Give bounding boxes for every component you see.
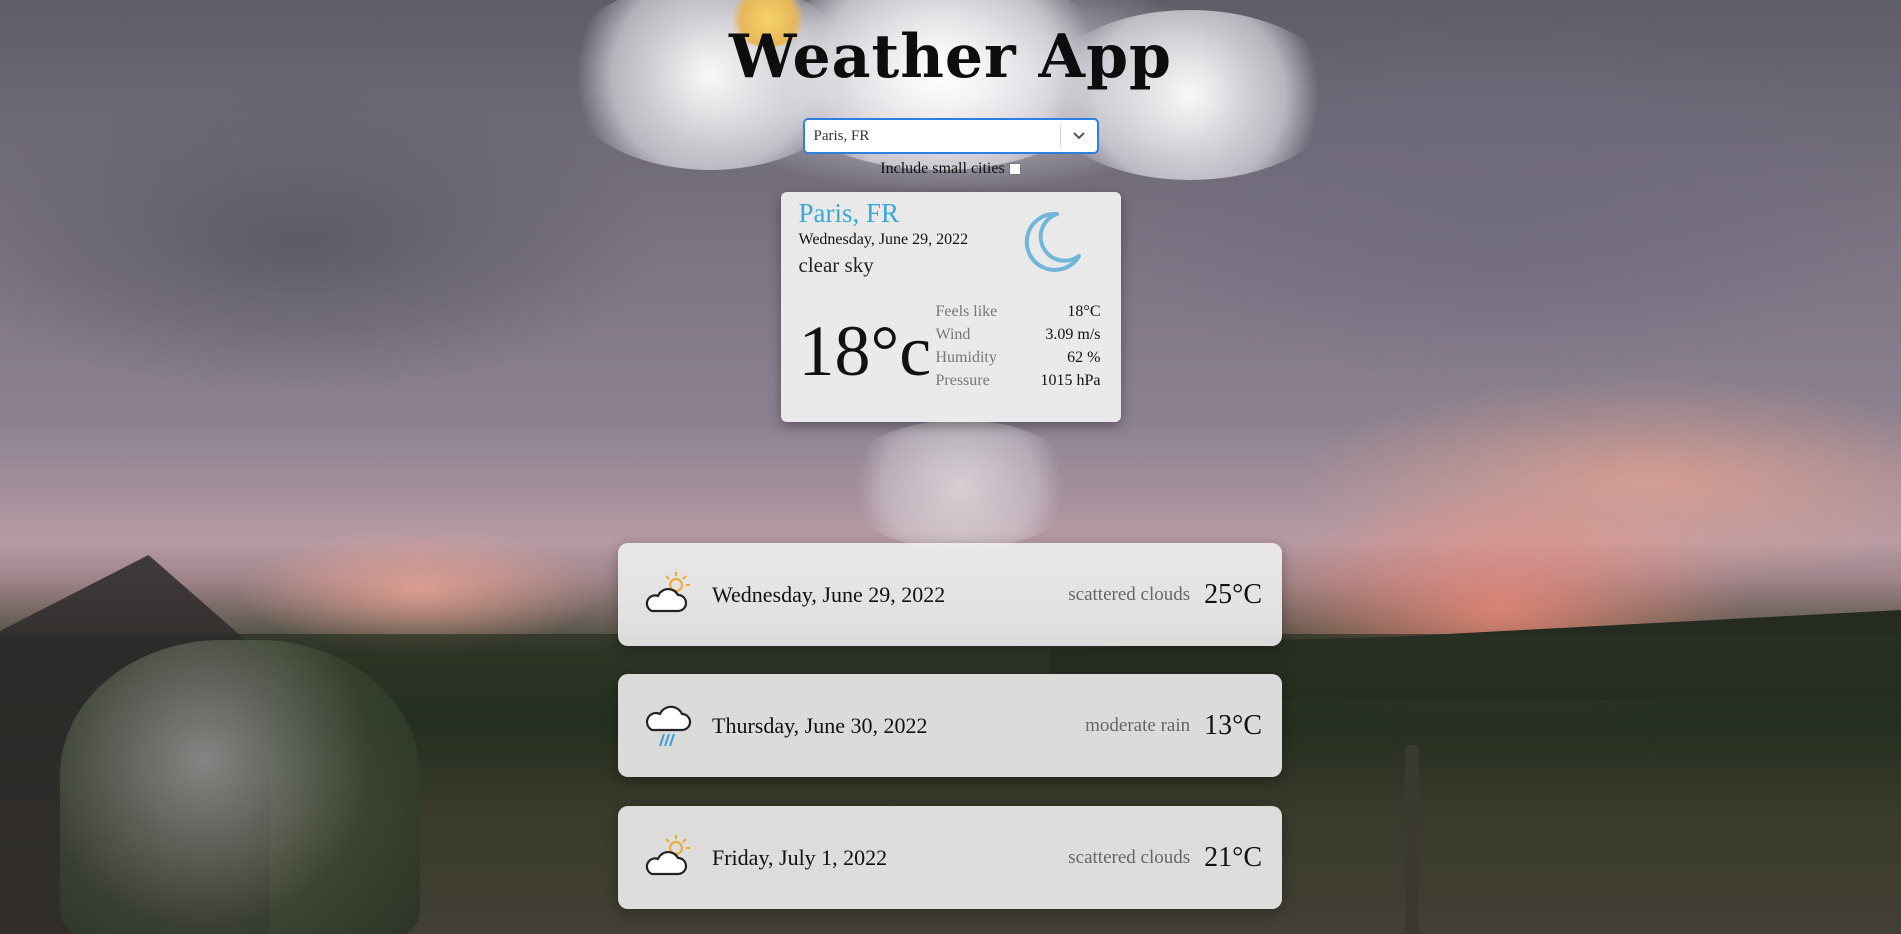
forecast-date: Wednesday, June 29, 2022 [712, 581, 946, 607]
rain-cloud-icon [642, 700, 694, 752]
page-title: Weather App [728, 22, 1172, 92]
forecast-temperature: 21°C [1204, 841, 1262, 873]
forecast-date: Friday, July 1, 2022 [712, 844, 888, 870]
detail-label: Pressure [935, 372, 990, 389]
forecast-item[interactable]: Thursday, June 30, 2022 moderate rain 13… [618, 674, 1282, 777]
forecast-item[interactable]: Friday, July 1, 2022 scattered clouds 21… [618, 806, 1282, 909]
sun-cloud-icon [642, 569, 694, 621]
chevron-down-icon[interactable] [1061, 131, 1097, 141]
current-temperature: 18°c [798, 311, 932, 391]
small-cities-checkbox[interactable] [1008, 163, 1021, 175]
detail-row-wind: Wind 3.09 m/s [936, 326, 1101, 349]
forecast-description: scattered clouds [1068, 583, 1191, 605]
detail-value: 18°C [1067, 303, 1101, 320]
sun-cloud-icon [642, 832, 694, 884]
detail-label: Feels like [935, 303, 998, 320]
forecast-description: scattered clouds [1068, 846, 1191, 868]
detail-row-humidity: Humidity 62 % [936, 349, 1101, 372]
current-details: Feels like 18°C Wind 3.09 m/s Humidity 6… [936, 303, 1101, 395]
current-weather-card: Paris, FR Wednesday, June 29, 2022 clear… [780, 192, 1121, 422]
city-select[interactable]: Paris, FR [802, 118, 1099, 154]
detail-row-pressure: Pressure 1015 hPa [936, 372, 1101, 395]
weather-app: Weather App Paris, FR Include small citi… [0, 0, 1901, 934]
city-select-value[interactable]: Paris, FR [805, 128, 1060, 145]
small-cities-label: Include small cities [880, 160, 1005, 177]
detail-label: Humidity [935, 349, 997, 366]
detail-value: 3.09 m/s [1045, 326, 1101, 343]
moon-icon [1017, 208, 1085, 280]
detail-row-feels-like: Feels like 18°C [936, 303, 1101, 326]
detail-label: Wind [935, 326, 971, 343]
forecast-date: Thursday, June 30, 2022 [712, 712, 928, 738]
forecast-item[interactable]: Wednesday, June 29, 2022 scattered cloud… [618, 543, 1282, 646]
forecast-description: moderate rain [1085, 714, 1191, 736]
small-cities-toggle[interactable]: Include small cities [880, 160, 1021, 178]
forecast-temperature: 25°C [1204, 578, 1262, 610]
detail-value: 62 % [1067, 349, 1101, 366]
forecast-temperature: 13°C [1204, 709, 1262, 741]
detail-value: 1015 hPa [1040, 372, 1101, 389]
